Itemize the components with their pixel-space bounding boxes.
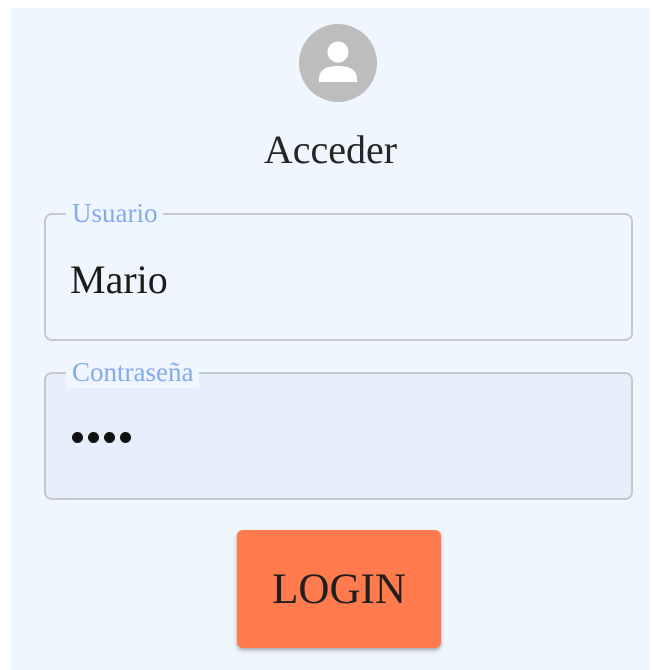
login-button[interactable]: LOGIN [237,530,441,648]
username-input[interactable] [70,251,610,307]
password-mask-dot [120,432,131,443]
page-title: Acceder [263,127,398,172]
password-mask-dot [104,432,115,443]
password-field[interactable]: Contraseña [44,356,633,500]
password-mask-dot [72,432,83,443]
person-icon [319,41,357,82]
username-field[interactable]: Usuario [44,197,633,341]
password-label: Contraseña [66,356,200,388]
password-mask-dot [88,432,99,443]
avatar-icon [299,24,377,102]
login-card: Acceder Usuario Contraseña LOGIN [11,8,650,670]
password-input[interactable] [72,432,131,443]
username-label: Usuario [66,197,164,229]
